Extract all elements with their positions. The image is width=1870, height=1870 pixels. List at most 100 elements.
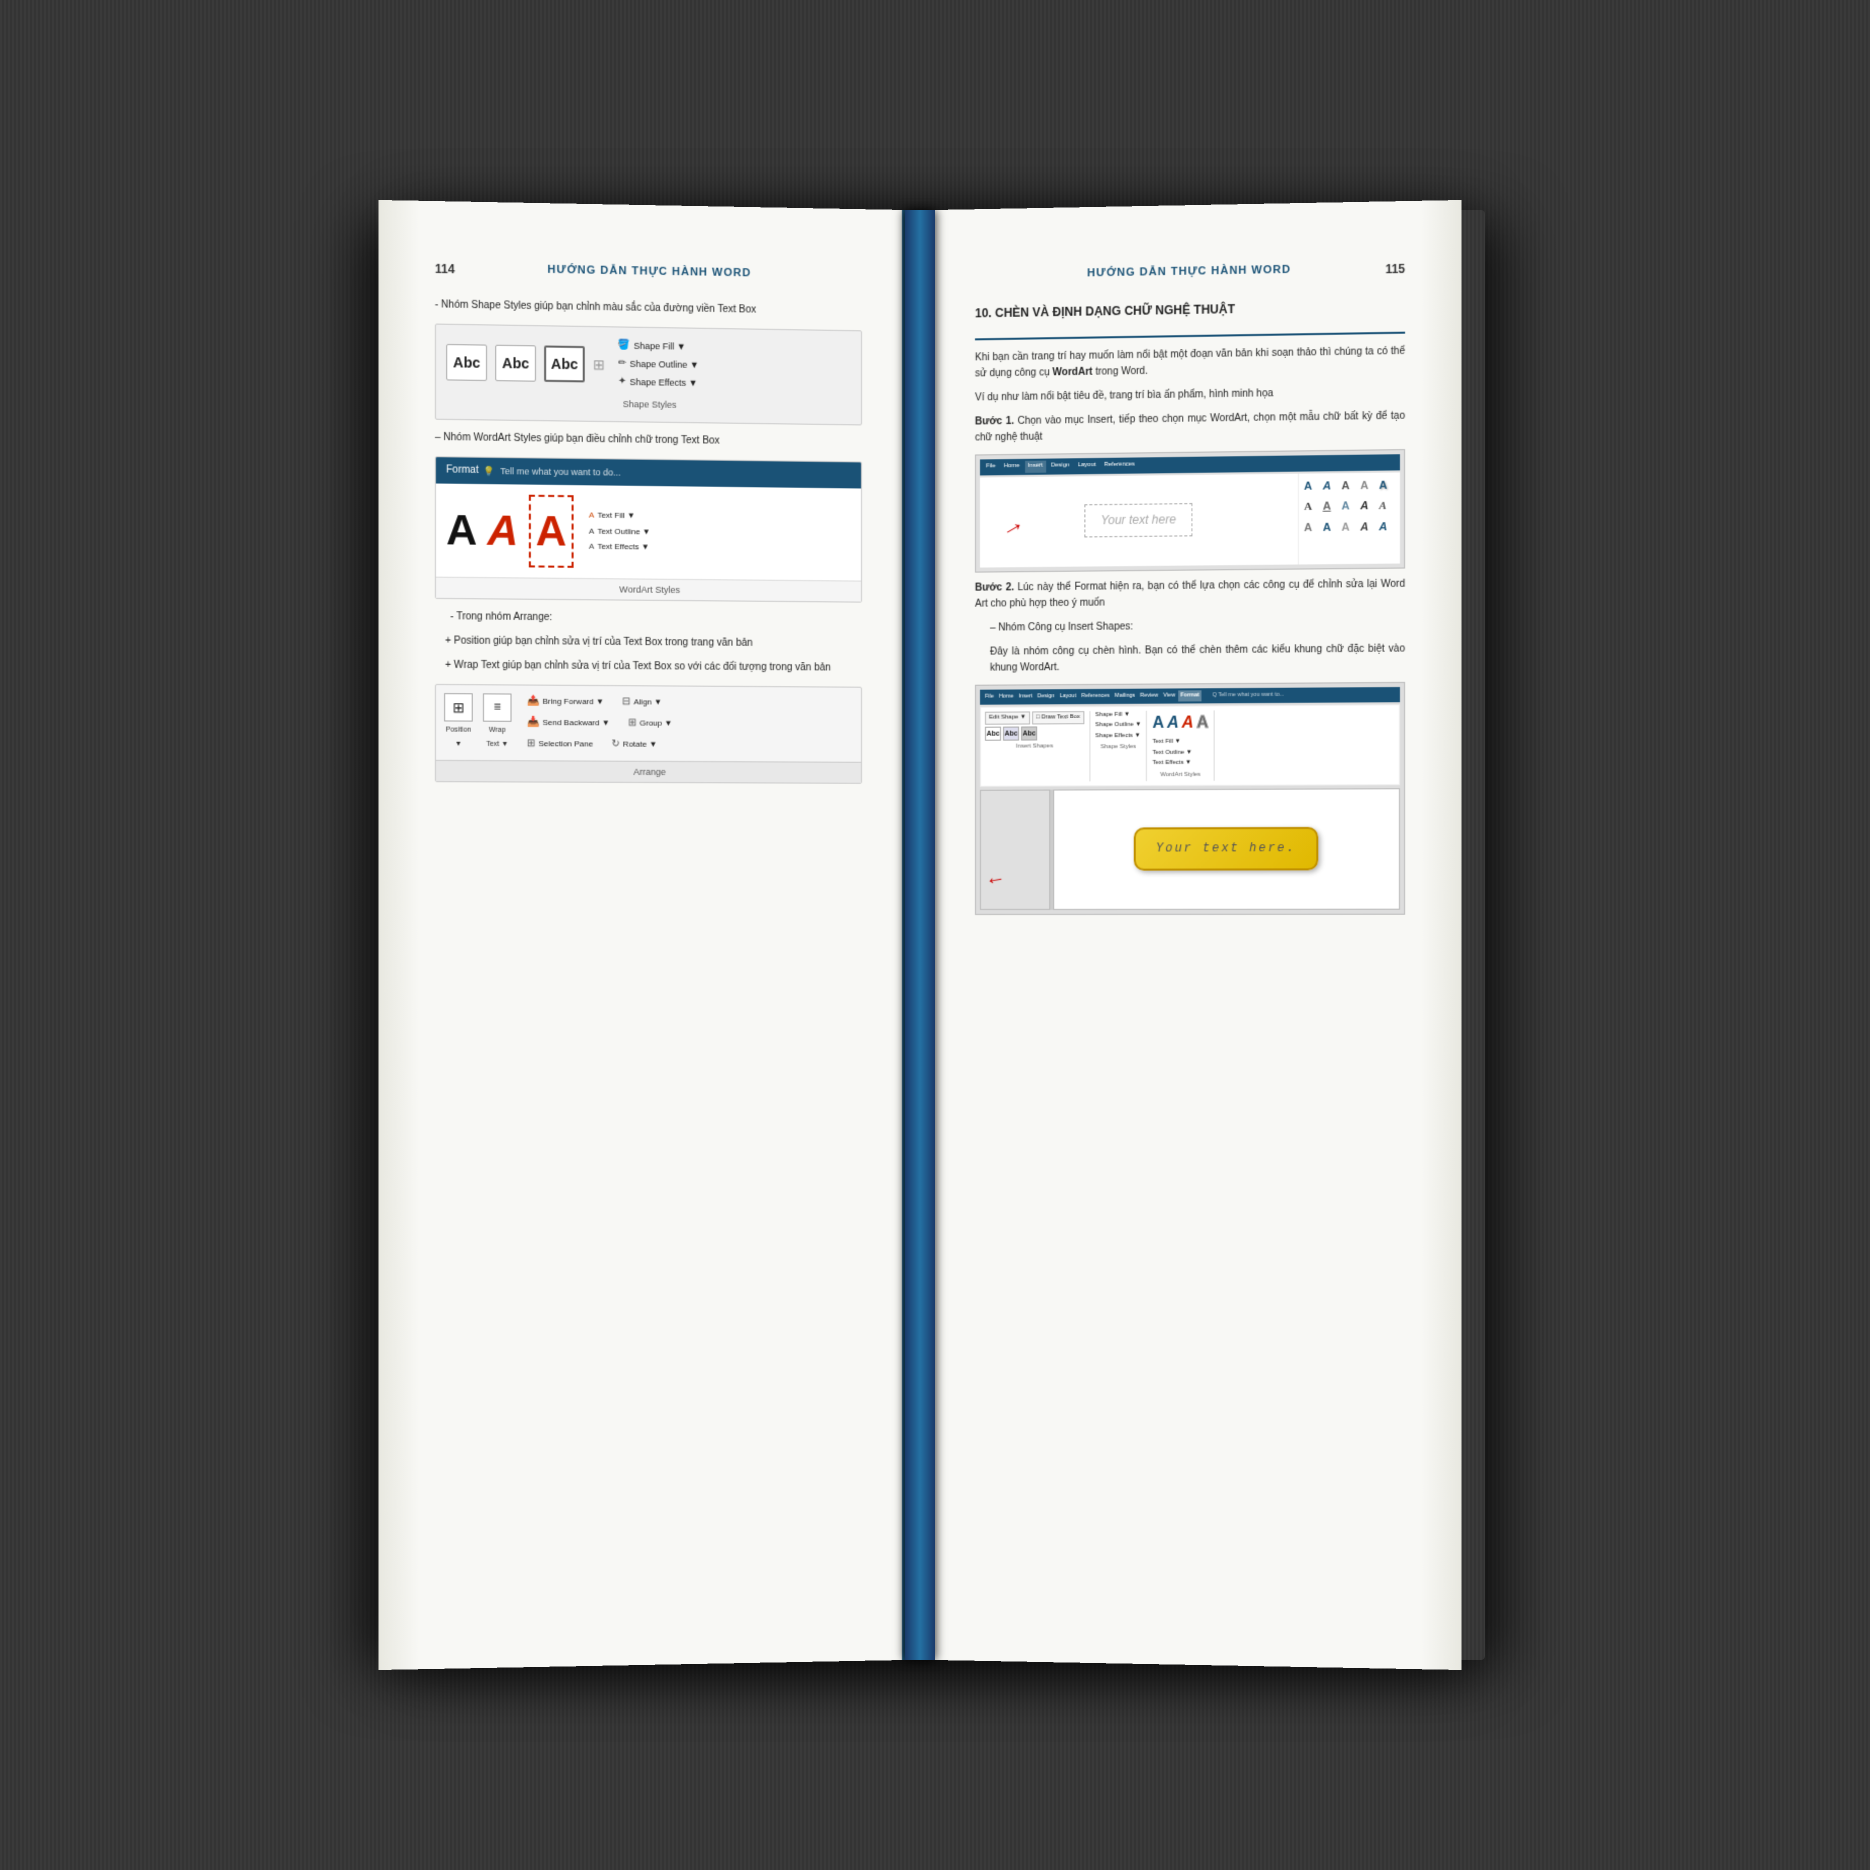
text-outline-row[interactable]: A Text Outline ▼ <box>589 525 651 539</box>
arrange-intro: - Trong nhóm Arrange: <box>435 609 862 629</box>
gallery-a11[interactable]: A <box>1304 520 1320 538</box>
ss2-tab-layout[interactable]: Layout <box>1058 691 1079 702</box>
ss2-left-panel: → <box>980 789 1050 909</box>
gallery-a9[interactable]: A <box>1360 498 1376 516</box>
your-text-wordart: Your text here. <box>1134 827 1319 871</box>
draw-textbox-btn[interactable]: □ Draw Text Box <box>1032 711 1084 725</box>
ss1-main: → Your text here <box>980 473 1298 567</box>
ss2-tab-file[interactable]: File <box>983 691 996 702</box>
group-btn[interactable]: ⊞ Group ▼ <box>628 715 672 731</box>
gallery-a13[interactable]: A <box>1342 519 1358 537</box>
gallery-a15[interactable]: A <box>1379 519 1395 537</box>
shape-fill-label: Shape Fill ▼ <box>634 339 686 354</box>
gallery-a1[interactable]: A <box>1304 478 1320 496</box>
gallery-a12[interactable]: A <box>1323 520 1339 538</box>
shape-styles-row: Abc Abc Abc ⊞ 🪣 Shape Fill ▼ ✏ Shape Out… <box>446 335 851 395</box>
shape-styles-group-ss2: Shape Fill ▼ Shape Outline ▼ Shape Effec… <box>1095 710 1147 781</box>
abc-btn-3[interactable]: Abc <box>544 345 585 382</box>
ss2-tab-design[interactable]: Design <box>1035 691 1056 702</box>
arrange-intro-text: - Trong nhóm Arrange: <box>450 611 552 623</box>
shape-fill-option[interactable]: 🪣 Shape Fill ▼ <box>618 338 699 355</box>
position-desc: + Position giúp bạn chỉnh sửa vị trí của… <box>435 633 862 652</box>
ss2-tab-view[interactable]: View <box>1161 690 1177 701</box>
selection-pane-btn[interactable]: ⊞ Selection Pane <box>527 736 593 752</box>
gallery-a14[interactable]: A <box>1360 519 1376 537</box>
arrange-buttons: 📤 Bring Forward ▼ ⊟ Align ▼ 📥 Se <box>527 694 853 754</box>
wordart-letters-row: A A A A <box>1152 710 1208 736</box>
wordart-gallery: A A A A A A A A A A A A A <box>1298 472 1400 564</box>
text-fill-label: Text Fill ▼ <box>597 509 635 522</box>
send-backward-label: Send Backward ▼ <box>543 717 610 730</box>
ss2-main-doc: Your text here. <box>1053 788 1400 910</box>
shape-effects2-label[interactable]: Shape Effects ▼ <box>1095 732 1141 742</box>
section-title: CHÈN VÀ ĐỊNH DẠNG CHỮ NGHỆ THUẬT <box>995 302 1235 320</box>
shape-styles-group-footer: Shape Styles <box>1095 743 1141 753</box>
rotate-btn[interactable]: ↻ Rotate ▼ <box>611 736 657 752</box>
gallery-a4[interactable]: A <box>1360 478 1376 496</box>
edit-shape-btn[interactable]: Edit Shape ▼ <box>985 711 1030 725</box>
ss2-tab-home[interactable]: Home <box>997 691 1016 702</box>
page-header-left: HƯỚNG DẪN THỰC HÀNH WORD <box>435 262 862 289</box>
format-tab[interactable]: Format <box>446 463 478 480</box>
ss1-content: → Your text here A A A A A A <box>980 472 1400 567</box>
ss2-tab-insert[interactable]: Insert <box>1017 691 1035 702</box>
example-text: Ví dụ như làm nổi bật tiêu đề, trang trí… <box>975 384 1405 406</box>
section-title-area: 10. CHÈN VÀ ĐỊNH DẠNG CHỮ NGHỆ THUẬT <box>975 297 1405 340</box>
step1: Bước 1. Chọn vào mục Insert, tiếp theo c… <box>975 409 1405 447</box>
text-outline2-label[interactable]: Text Outline ▼ <box>1152 748 1208 758</box>
gallery-a6[interactable]: A <box>1304 499 1320 517</box>
ss2-tab-review[interactable]: Review <box>1138 690 1160 701</box>
bring-forward-btn[interactable]: 📤 Bring Forward ▼ <box>527 694 604 711</box>
shape-outline-option[interactable]: ✏ Shape Outline ▼ <box>618 356 699 373</box>
text-outline-label: Text Outline ▼ <box>597 525 650 538</box>
tell-me: Tell me what you want to do... <box>500 464 621 480</box>
tab-home[interactable]: Home <box>1001 461 1023 473</box>
gallery-a7[interactable]: A <box>1323 499 1339 517</box>
gallery-a5[interactable]: A <box>1379 477 1395 495</box>
insert-shapes-desc: Đây là nhóm công cụ chèn hình. Bạn có th… <box>975 641 1405 676</box>
ss2-tab-refs[interactable]: References <box>1079 691 1111 702</box>
gallery-a10[interactable]: A <box>1379 498 1395 516</box>
ss2-tab-format[interactable]: Format <box>1178 690 1201 701</box>
scroll-arrow[interactable]: ⊞ <box>593 353 605 376</box>
text-fill2-label[interactable]: Text Fill ▼ <box>1152 738 1208 748</box>
ss2-abc1[interactable]: Abc <box>985 727 1001 741</box>
tab-file[interactable]: File <box>983 461 999 473</box>
bring-forward-label: Bring Forward ▼ <box>543 695 604 708</box>
wrap-text-icon[interactable]: ≡ <box>483 693 512 721</box>
text-fill-row[interactable]: A Text Fill ▼ <box>589 509 651 523</box>
position-icon[interactable]: ⊞ <box>444 693 473 721</box>
your-text-here-2: Your text here. <box>1156 841 1296 855</box>
position-col: ⊞ Position ▼ <box>444 693 473 750</box>
tab-refs[interactable]: References <box>1101 460 1138 472</box>
tab-design[interactable]: Design <box>1048 460 1073 472</box>
shape-fill2-label[interactable]: Shape Fill ▼ <box>1095 710 1141 720</box>
shape-effects-option[interactable]: ✦ Shape Effects ▼ <box>618 374 699 391</box>
tab-insert[interactable]: Insert <box>1025 461 1046 473</box>
shape-styles-box: Abc Abc Abc ⊞ 🪣 Shape Fill ▼ ✏ Shape Out… <box>435 324 862 426</box>
abc-btn-1[interactable]: Abc <box>446 344 487 381</box>
ss2-ribbon-content: Edit Shape ▼ □ Draw Text Box Abc Abc Abc… <box>980 704 1400 787</box>
abc-row-ss2: Abc Abc Abc <box>985 726 1084 741</box>
abc-btn-2[interactable]: Abc <box>495 345 536 382</box>
shape-outline2-label[interactable]: Shape Outline ▼ <box>1095 721 1141 731</box>
gallery-a3[interactable]: A <box>1342 478 1358 496</box>
row-send-backward: 📥 Send Backward ▼ ⊞ Group ▼ <box>527 715 853 733</box>
align-btn[interactable]: ⊟ Align ▼ <box>622 694 662 710</box>
ss2-abc2[interactable]: Abc <box>1003 727 1019 741</box>
gallery-a2[interactable]: A <box>1323 478 1339 496</box>
ss2-abc3[interactable]: Abc <box>1021 727 1037 741</box>
text-options-panel: A Text Fill ▼ A Text Outline ▼ A Text Ef… <box>589 509 651 554</box>
send-backward-btn[interactable]: 📥 Send Backward ▼ <box>527 715 610 732</box>
selection-pane-label: Selection Pane <box>538 738 593 751</box>
page-content-right: 10. CHÈN VÀ ĐỊNH DẠNG CHỮ NGHỆ THUẬT Khi… <box>975 297 1405 914</box>
tab-layout[interactable]: Layout <box>1075 460 1099 472</box>
page-content-left: - Nhóm Shape Styles giúp bạn chỉnh màu s… <box>435 297 862 784</box>
wrap-text-label2: Text ▼ <box>486 739 508 750</box>
gallery-a8[interactable]: A <box>1342 499 1358 517</box>
text-effects-row[interactable]: A Text Effects ▼ <box>589 541 651 555</box>
text-effects2-label[interactable]: Text Effects ▼ <box>1152 759 1208 769</box>
shape-options: 🪣 Shape Fill ▼ ✏ Shape Outline ▼ ✦ Shape… <box>618 338 699 394</box>
ss2-tab-mailings[interactable]: Mailings <box>1113 690 1137 701</box>
position-arrow[interactable]: ▼ <box>455 739 462 750</box>
